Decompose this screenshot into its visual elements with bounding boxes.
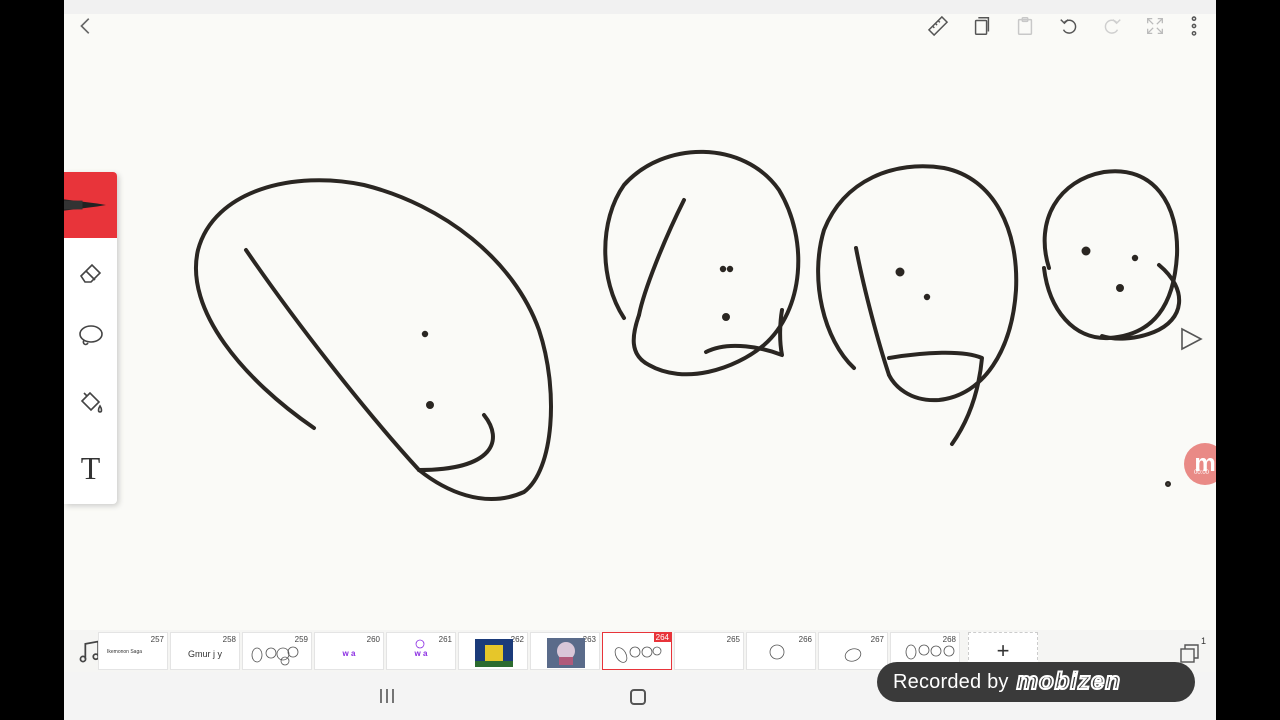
frame-thumb-selected[interactable]: 264	[602, 632, 672, 670]
play-button[interactable]	[1178, 326, 1204, 352]
frame-sketch	[251, 646, 299, 666]
recent-apps-icon[interactable]	[377, 687, 397, 705]
face-1-line	[244, 248, 421, 472]
watermark-label: Recorded by	[893, 670, 1009, 693]
record-bubble-time: 00:00	[1194, 470, 1210, 476]
face-1-outline	[194, 178, 553, 502]
undo-button[interactable]	[1055, 12, 1083, 40]
drawing-canvas[interactable]	[64, 0, 1216, 630]
frame-thumb[interactable]: 259	[242, 632, 312, 670]
face-2-outline	[603, 149, 801, 377]
frame-thumb[interactable]: 267	[818, 632, 888, 670]
eraser-icon	[79, 263, 101, 283]
frame-thumb[interactable]: 260 w a	[314, 632, 384, 670]
home-icon[interactable]	[630, 689, 646, 705]
face-4-outline	[1042, 169, 1180, 341]
fullscreen-button[interactable]	[1141, 12, 1169, 40]
frame-thumb[interactable]: 263	[530, 632, 600, 670]
frame-thumb[interactable]: 261 w a	[386, 632, 456, 670]
paint-bucket-icon	[80, 391, 102, 413]
recording-watermark: Recorded by mobizen	[877, 662, 1195, 702]
frame-sketch	[614, 646, 662, 663]
back-button[interactable]	[72, 12, 100, 40]
redo-icon	[1104, 19, 1121, 34]
copy-icon	[974, 17, 990, 35]
lasso-icon	[78, 325, 103, 346]
ruler-button[interactable]	[924, 12, 952, 40]
fullscreen-icon	[1147, 18, 1163, 34]
frame-sketch	[844, 648, 862, 662]
paste-button[interactable]	[1011, 12, 1039, 40]
face-3-outline	[816, 164, 1019, 403]
tool-lasso[interactable]	[64, 306, 117, 366]
more-icon	[1191, 16, 1197, 36]
tool-paint-bucket[interactable]	[64, 372, 117, 432]
pen-icon	[64, 199, 106, 211]
ruler-icon	[927, 15, 949, 37]
tool-eraser[interactable]	[64, 242, 117, 302]
tool-pen[interactable]	[64, 172, 117, 238]
face-1-dot	[426, 401, 434, 409]
frame-thumb[interactable]: 265	[674, 632, 744, 670]
back-icon	[80, 18, 90, 34]
frame-thumb[interactable]: 257 Ikemonon Saga	[98, 632, 168, 670]
face-1-eye	[421, 330, 429, 338]
undo-icon	[1060, 19, 1077, 34]
frame-sketch	[769, 644, 785, 660]
layers-count: 1	[1200, 636, 1206, 646]
frame-thumb[interactable]: 262	[458, 632, 528, 670]
text-icon: T	[80, 449, 101, 486]
frame-thumb[interactable]: 266	[746, 632, 816, 670]
redo-button[interactable]	[1098, 12, 1126, 40]
tool-text[interactable]: T	[64, 438, 117, 498]
frame-image	[475, 639, 513, 667]
face-2-mouth	[704, 308, 784, 357]
frame-thumb[interactable]: 258 Gmur j y	[170, 632, 240, 670]
mobizen-logo: mobizen	[1016, 667, 1121, 696]
copy-button[interactable]	[968, 12, 996, 40]
face-3-line	[854, 246, 891, 377]
paste-icon	[1017, 17, 1033, 35]
layers-button[interactable]: 1	[1178, 636, 1206, 666]
tool-panel: T	[64, 172, 117, 504]
face-1-smile	[417, 413, 495, 472]
more-button[interactable]	[1180, 12, 1208, 40]
face-2-line	[637, 198, 686, 317]
frame-image	[547, 638, 585, 668]
flipaclip-app: T m 00:00 257 Ikemonon Saga 258 Gmur j y…	[64, 0, 1216, 720]
